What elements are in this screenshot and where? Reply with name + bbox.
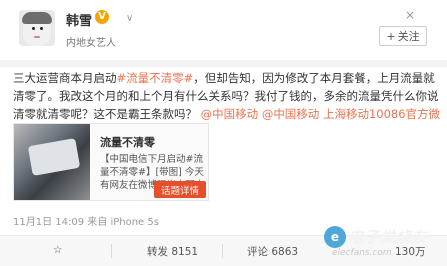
favorite-icon[interactable]: ☆ — [53, 244, 62, 256]
username[interactable]: 韩雪 — [66, 10, 92, 29]
action-separator — [222, 244, 223, 258]
watermark-logo-icon: e — [324, 226, 346, 248]
topic-details-button[interactable]: 话题详情 — [154, 181, 206, 198]
user-subtitle: 内地女艺人 — [66, 38, 116, 49]
avatar-hair — [22, 12, 52, 24]
post-segment: 三大运营商本月启动 — [13, 71, 117, 85]
phone-image — [27, 138, 81, 176]
follow-label: 关注 — [397, 30, 420, 43]
avatar[interactable] — [19, 10, 55, 46]
avatar-eye-left — [32, 27, 35, 30]
repost-button[interactable]: 转发 8151 — [147, 244, 198, 259]
post-segment: 吗？ — [174, 107, 197, 121]
watermark-text: 电子发烧友 — [348, 228, 429, 246]
comment-button[interactable]: 评论 6863 — [247, 244, 298, 259]
avatar-eye-right — [40, 27, 43, 30]
chevron-down-icon[interactable]: ∨ — [126, 13, 133, 24]
header-divider — [0, 60, 447, 67]
mention-link-1[interactable]: @中国移动 — [201, 107, 259, 121]
hashtag-link[interactable]: #流量不清零# — [117, 71, 194, 85]
topic-card-image — [14, 124, 90, 200]
watermark-subtext: elecfans.com — [332, 248, 392, 258]
plus-icon: + — [386, 29, 396, 43]
close-icon[interactable]: × — [405, 8, 415, 22]
action-separator — [111, 244, 112, 258]
follow-button[interactable]: + 关注 — [379, 26, 427, 46]
mention-link-2[interactable]: @中国移动 — [262, 107, 320, 121]
verified-badge-icon: V — [95, 10, 109, 24]
bold-phrase: 霸王条款 — [128, 107, 174, 121]
avatar-mouth — [34, 36, 40, 38]
topic-card-title: 流量不清零 — [100, 136, 155, 149]
topic-card[interactable]: 流量不清零 【中国电信下月启动#流量不清零#】[带图] 今天有网友在微博曝光中国… — [13, 123, 209, 201]
post-timestamp: 11月1日 14:09 来自 iPhone 5s — [13, 217, 159, 228]
